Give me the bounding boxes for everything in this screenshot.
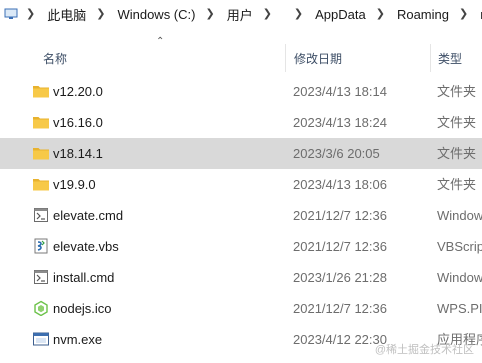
file-row[interactable]: install.cmd 2023/1/26 21:28 Window [0, 262, 482, 293]
this-pc-icon [4, 6, 18, 22]
file-name: v16.16.0 [53, 115, 103, 130]
file-date: 2023/4/13 18:24 [293, 115, 387, 130]
exe-file-icon [32, 331, 50, 347]
file-date: 2023/1/26 21:28 [293, 270, 387, 285]
column-header-date[interactable]: 修改日期 [285, 44, 430, 72]
file-row[interactable]: nodejs.ico 2021/12/7 12:36 WPS.PIC [0, 293, 482, 324]
file-date: 2021/12/7 12:36 [293, 239, 387, 254]
nodejs-ico-file-icon [32, 300, 50, 317]
column-header-name[interactable]: 名称 [0, 44, 285, 72]
file-explorer-window: ❯ 此电脑 ❯ Windows (C:) ❯ 用户 ❯ ❯ AppData ❯ … [0, 0, 482, 363]
breadcrumb-this-pc[interactable]: 此电脑 [47, 3, 86, 26]
file-date: 2023/4/12 22:30 [293, 332, 387, 347]
file-date: 2023/3/6 20:05 [293, 146, 380, 161]
file-row-selected[interactable]: v18.14.1 2023/3/6 20:05 文件夹 [0, 138, 482, 169]
file-date: 2023/4/13 18:06 [293, 177, 387, 192]
file-type: 文件夹 [437, 177, 477, 192]
breadcrumb-chevron-icon[interactable]: ❯ [294, 7, 303, 20]
file-name: nvm.exe [53, 332, 103, 347]
column-header-type-label: 类型 [438, 51, 463, 66]
file-row[interactable]: v16.16.0 2023/4/13 18:24 文件夹 [0, 107, 482, 138]
breadcrumb-appdata[interactable]: AppData [315, 5, 366, 24]
file-name: install.cmd [53, 270, 115, 285]
file-row[interactable]: v12.20.0 2023/4/13 18:14 文件夹 [0, 76, 482, 107]
breadcrumb-chevron-icon[interactable]: ❯ [459, 7, 468, 20]
file-type: Window [437, 270, 482, 285]
file-name: v19.9.0 [53, 177, 96, 192]
column-header-name-label: 名称 [43, 51, 68, 66]
file-type: 文件夹 [437, 115, 477, 130]
column-header: 名称 修改日期 类型 [0, 44, 482, 72]
file-name: v18.14.1 [53, 146, 103, 161]
file-type: 文件夹 [437, 84, 477, 99]
breadcrumb-chevron-icon[interactable]: ❯ [263, 7, 272, 20]
vbs-file-icon [32, 238, 50, 254]
file-list: v12.20.0 2023/4/13 18:14 文件夹 v16.16.0 20… [0, 76, 482, 355]
folder-icon [32, 114, 50, 130]
column-header-type[interactable]: 类型 [430, 44, 482, 72]
folder-icon [32, 145, 50, 161]
breadcrumb-users[interactable]: 用户 [227, 3, 253, 26]
breadcrumb-drive-c[interactable]: Windows (C:) [117, 5, 195, 24]
breadcrumb-chevron-icon[interactable]: ❯ [376, 7, 385, 20]
breadcrumb-chevron-icon[interactable]: ❯ [96, 7, 105, 20]
watermark: @稀土掘金技术社区 [374, 344, 474, 356]
file-row[interactable]: elevate.cmd 2021/12/7 12:36 Window [0, 200, 482, 231]
file-name: elevate.cmd [53, 208, 124, 223]
file-row[interactable]: v19.9.0 2023/4/13 18:06 文件夹 [0, 169, 482, 200]
file-date: 2021/12/7 12:36 [293, 301, 387, 316]
file-name: v12.20.0 [53, 84, 103, 99]
cmd-file-icon [32, 269, 50, 285]
file-type: VBScrip [437, 239, 482, 254]
file-name: elevate.vbs [53, 239, 119, 254]
folder-icon [32, 176, 50, 192]
breadcrumb-chevron-icon[interactable]: ❯ [205, 7, 214, 20]
file-date: 2023/4/13 18:14 [293, 84, 387, 99]
cmd-file-icon [32, 207, 50, 223]
file-date: 2021/12/7 12:36 [293, 208, 387, 223]
file-type: WPS.PIC [437, 301, 482, 316]
folder-icon [32, 83, 50, 99]
breadcrumb-chevron-icon[interactable]: ❯ [26, 7, 35, 20]
file-type: Window [437, 208, 482, 223]
file-type: 文件夹 [437, 146, 477, 161]
file-name: nodejs.ico [53, 301, 112, 316]
address-bar[interactable]: ❯ 此电脑 ❯ Windows (C:) ❯ 用户 ❯ ❯ AppData ❯ … [0, 0, 482, 28]
column-header-date-label: 修改日期 [294, 51, 343, 66]
breadcrumb-roaming[interactable]: Roaming [397, 5, 449, 24]
file-row[interactable]: elevate.vbs 2021/12/7 12:36 VBScrip [0, 231, 482, 262]
